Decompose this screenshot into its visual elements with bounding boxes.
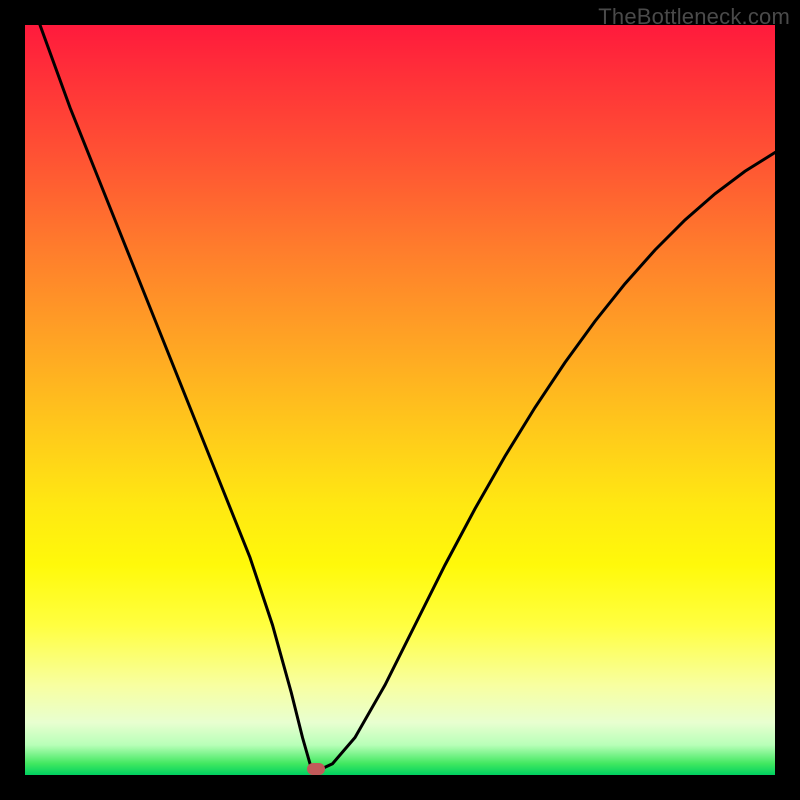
chart-frame: TheBottleneck.com xyxy=(0,0,800,800)
plot-area xyxy=(25,25,775,775)
bottleneck-curve-path xyxy=(40,25,775,769)
curve-svg xyxy=(25,25,775,775)
optimal-point-marker xyxy=(307,763,325,775)
